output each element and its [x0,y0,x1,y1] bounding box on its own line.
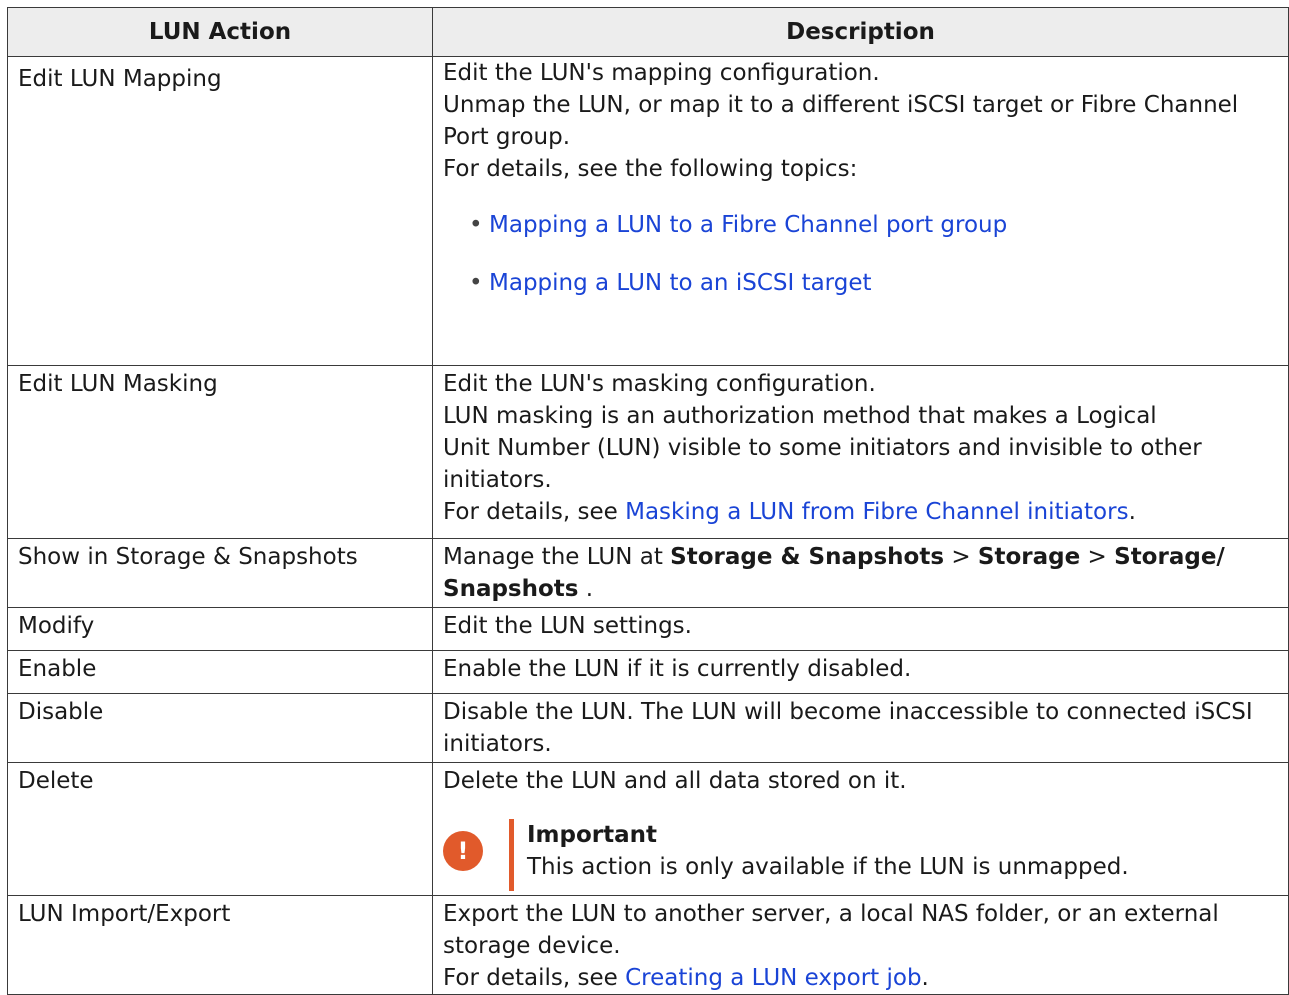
action-modify: Modify [7,607,433,651]
list-item: • Mapping a LUN to an iSCSI target [469,267,1278,299]
table-row: Edit LUN Mapping Edit the LUN's mapping … [7,56,1289,366]
action-disable: Disable [7,693,433,763]
description-text: Unmap the LUN, or map it to a different … [443,92,1239,118]
description-text: Edit the LUN's mapping configuration. [443,60,880,86]
description-text: . [1128,499,1136,525]
menu-path-snapshots: Snapshots [443,576,579,602]
table-row: Modify Edit the LUN settings. [7,607,1289,651]
link-create-lun-export-job[interactable]: Creating a LUN export job [625,965,921,991]
list-item: • Mapping a LUN to a Fibre Channel port g… [469,209,1278,241]
bullet-icon: • [469,270,483,296]
topic-list: • Mapping a LUN to a Fibre Channel port g… [443,209,1278,299]
description-text: LUN masking is an authorization method t… [443,403,1157,429]
description-text: For details, see the following topics: [443,156,858,182]
menu-path-storage-slash: Storage/ [1114,544,1225,570]
menu-path-storage: Storage [977,544,1081,570]
important-notice: ! Important This action is only availabl… [443,819,1278,891]
bullet-icon: • [469,212,483,238]
table-header-row: LUN Action Description [7,7,1289,57]
link-map-lun-iscsi-target[interactable]: Mapping a LUN to an iSCSI target [489,270,872,296]
action-delete: Delete [7,762,433,896]
description-cell: Delete the LUN and all data stored on it… [432,762,1289,896]
header-description: Description [432,7,1289,57]
description-cell: Edit the LUN's masking configuration. LU… [432,365,1289,539]
path-separator: > [944,544,978,570]
description-text: Disable the LUN. The LUN will become ina… [443,699,1253,725]
table-row: Show in Storage & Snapshots Manage the L… [7,538,1289,608]
lun-actions-table: LUN Action Description Edit LUN Mapping … [7,7,1289,995]
action-edit-lun-mapping: Edit LUN Mapping [7,56,433,366]
notice-accent-bar [509,819,514,891]
description-text: For details, see [443,499,626,525]
description-text: Delete the LUN and all data stored on it… [443,768,907,794]
header-lun-action: LUN Action [7,7,433,57]
notice-body: Important This action is only available … [527,819,1129,883]
table-row: Enable Enable the LUN if it is currently… [7,650,1289,694]
description-cell: Disable the LUN. The LUN will become ina… [432,693,1289,763]
description-cell: Edit the LUN settings. [432,607,1289,651]
action-show-in-storage: Show in Storage & Snapshots [7,538,433,608]
description-text: . [921,965,929,991]
link-map-lun-fibre-channel[interactable]: Mapping a LUN to a Fibre Channel port gr… [489,212,1007,238]
description-cell: Edit the LUN's mapping configuration. Un… [432,56,1289,366]
table-row: Delete Delete the LUN and all data store… [7,762,1289,896]
action-enable: Enable [7,650,433,694]
important-icon: ! [443,831,483,871]
description-text: . [578,576,594,602]
notice-title: Important [527,822,658,848]
details-line: For details, see Masking a LUN from Fibr… [443,496,1278,528]
description-text: storage device. [443,933,621,959]
description-text: Port group. [443,124,571,150]
description-text: Unit Number (LUN) visible to some initia… [443,435,1202,461]
description-text: initiators. [443,467,552,493]
description-cell: Enable the LUN if it is currently disabl… [432,650,1289,694]
table-row: LUN Import/Export Export the LUN to anot… [7,895,1289,995]
description-text: Export the LUN to another server, a loca… [443,901,1219,927]
description-text: For details, see [443,965,626,991]
description-cell: Manage the LUN at Storage & Snapshots > … [432,538,1289,608]
description-text: Manage the LUN at [443,544,671,570]
path-separator: > [1080,544,1115,570]
description-cell: Export the LUN to another server, a loca… [432,895,1289,995]
table-row: Disable Disable the LUN. The LUN will be… [7,693,1289,763]
menu-path-storage-snapshots: Storage & Snapshots [670,544,945,570]
description-text: initiators. [443,731,552,757]
description-text: Edit the LUN's masking configuration. [443,371,876,397]
table-row: Edit LUN Masking Edit the LUN's masking … [7,365,1289,539]
action-edit-lun-masking: Edit LUN Masking [7,365,433,539]
action-lun-import-export: LUN Import/Export [7,895,433,995]
notice-text: This action is only available if the LUN… [527,854,1129,880]
details-line: For details, see Creating a LUN export j… [443,962,1278,994]
link-masking-lun[interactable]: Masking a LUN from Fibre Channel initiat… [625,499,1128,525]
